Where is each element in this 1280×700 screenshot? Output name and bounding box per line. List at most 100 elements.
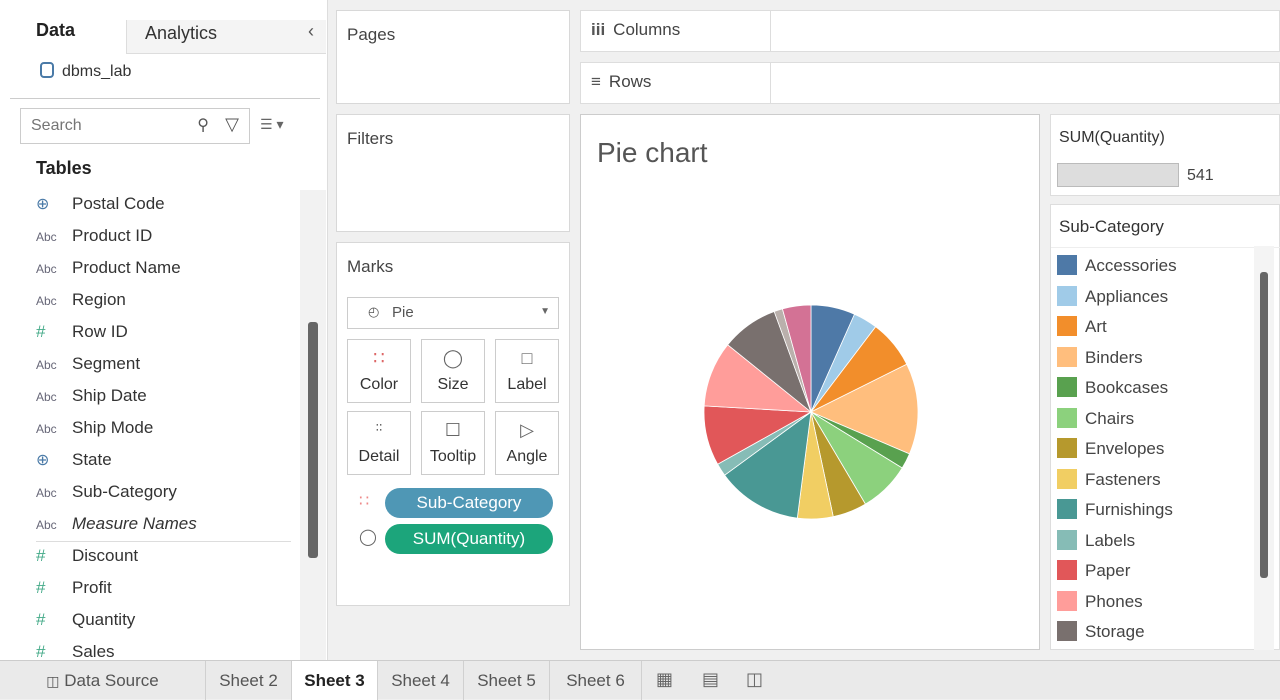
mark-type-label: Pie xyxy=(392,304,414,321)
legend-item[interactable]: Envelopes xyxy=(1057,438,1164,464)
legend-swatch xyxy=(1057,377,1077,397)
legend-item[interactable]: Binders xyxy=(1057,346,1143,373)
field-item[interactable]: Abc Segment xyxy=(36,354,140,386)
legend-item[interactable]: Accessories xyxy=(1057,255,1177,281)
size-legend: SUM(Quantity) 541 xyxy=(1050,114,1280,196)
string-icon: Abc xyxy=(36,294,57,308)
angle-button[interactable]: ▷ Angle xyxy=(495,411,559,475)
new-worksheet-icon[interactable]: ▦ xyxy=(656,669,673,690)
legend-item[interactable]: Bookcases xyxy=(1057,377,1168,403)
size-button-label: Size xyxy=(437,376,469,393)
legend-swatch xyxy=(1057,316,1077,336)
size-pill[interactable]: SUM(Quantity) xyxy=(385,524,553,554)
field-item[interactable]: Abc Ship Mode xyxy=(36,418,153,450)
new-story-icon[interactable]: ◫ xyxy=(746,669,763,690)
color-button[interactable]: ∷ Color xyxy=(347,339,411,403)
field-label: Sub-Category xyxy=(72,482,177,501)
marks-title: Marks xyxy=(347,257,394,276)
legend-item[interactable]: Paper xyxy=(1057,560,1130,586)
field-item[interactable]: ⊕ State xyxy=(36,450,112,482)
mark-type-dropdown[interactable]: ◴ Pie ▼ xyxy=(347,297,559,329)
tab-analytics[interactable]: Analytics ‹ xyxy=(126,20,326,54)
field-label: Measure Names xyxy=(72,514,197,533)
legend-item[interactable]: Phones xyxy=(1057,590,1143,617)
tab-data[interactable]: Data xyxy=(36,20,75,41)
field-label: Ship Date xyxy=(72,386,147,405)
field-item[interactable]: Abc Ship Date xyxy=(36,386,147,418)
field-item[interactable]: ⊕ Postal Code xyxy=(36,194,165,226)
legend-item[interactable]: Storage xyxy=(1057,621,1145,647)
field-item[interactable]: # Row ID xyxy=(36,322,128,354)
size-icon: ◯ xyxy=(442,348,464,368)
legend-swatch xyxy=(1057,407,1077,428)
string-icon: Abc xyxy=(36,518,57,532)
label-button[interactable]: □ Label xyxy=(495,339,559,403)
data-pane: Data Analytics ‹ dbms_lab ⚲ ▽ ☰ ▾ Tables… xyxy=(0,0,328,661)
legend-swatch xyxy=(1057,499,1077,519)
tab-sheet-6[interactable]: Sheet 6 xyxy=(550,661,642,700)
view-canvas[interactable]: Pie chart xyxy=(580,114,1040,650)
color-legend-title: Sub-Category xyxy=(1059,217,1164,236)
field-item[interactable]: Abc Product ID xyxy=(36,226,152,258)
chevron-left-icon[interactable]: ‹ xyxy=(308,21,314,42)
size-button[interactable]: ◯ Size xyxy=(421,339,485,403)
search-icon[interactable]: ⚲ xyxy=(197,115,209,135)
legend-item[interactable]: Fasteners xyxy=(1057,468,1161,495)
color-pill[interactable]: Sub-Category xyxy=(385,488,553,518)
datasource-item[interactable]: dbms_lab xyxy=(40,62,131,81)
legend-swatch xyxy=(1057,468,1077,489)
measures-divider xyxy=(36,541,291,542)
tab-data-source[interactable]: ◫ Data Source xyxy=(0,661,206,700)
tab-sheet-3[interactable]: Sheet 3 xyxy=(292,661,378,700)
string-icon: Abc xyxy=(36,230,57,244)
legend-swatch xyxy=(1057,621,1077,641)
field-scrollbar-thumb[interactable] xyxy=(308,322,318,558)
legend-item[interactable]: Art xyxy=(1057,316,1107,342)
tab-sheet-5[interactable]: Sheet 5 xyxy=(464,661,550,700)
filter-icon[interactable]: ▽ xyxy=(225,114,239,135)
field-item[interactable]: # Discount xyxy=(36,546,138,578)
pie-chart[interactable] xyxy=(581,115,1041,651)
columns-header: iii Columns xyxy=(581,11,771,51)
rows-shelf[interactable]: ≡ Rows xyxy=(580,62,1280,104)
tab-sheet-4[interactable]: Sheet 4 xyxy=(378,661,464,700)
field-label: Postal Code xyxy=(72,194,165,213)
detail-button-label: Detail xyxy=(358,448,400,465)
data-source-label: Data Source xyxy=(64,671,159,690)
angle-button-label: Angle xyxy=(506,448,548,465)
columns-shelf[interactable]: iii Columns xyxy=(580,10,1280,52)
new-dashboard-icon[interactable]: ▤ xyxy=(702,669,719,690)
number-icon: # xyxy=(36,610,46,629)
legend-label: Labels xyxy=(1085,530,1136,550)
detail-icon: ∶∶ xyxy=(375,420,383,435)
string-icon: Abc xyxy=(36,262,57,276)
search-input[interactable] xyxy=(31,109,181,143)
legend-item[interactable]: Furnishings xyxy=(1057,499,1173,525)
detail-button[interactable]: ∶∶ Detail xyxy=(347,411,411,475)
legend-swatch xyxy=(1057,560,1077,580)
field-item[interactable]: # Profit xyxy=(36,578,112,610)
field-item[interactable]: # Quantity xyxy=(36,610,135,642)
view-list-icon[interactable]: ☰ ▾ xyxy=(260,116,283,133)
search-box[interactable]: ⚲ ▽ xyxy=(20,108,250,144)
field-label: Ship Mode xyxy=(72,418,154,437)
legend-item[interactable]: Chairs xyxy=(1057,407,1134,434)
legend-swatch xyxy=(1057,285,1077,306)
field-item[interactable]: Abc Product Name xyxy=(36,258,181,290)
legend-label: Bookcases xyxy=(1085,378,1169,397)
legend-item[interactable]: Appliances xyxy=(1057,285,1169,312)
string-icon: Abc xyxy=(36,486,57,500)
tooltip-button[interactable]: ☐ Tooltip xyxy=(421,411,485,475)
field-item[interactable]: Abc Sub-Category xyxy=(36,482,177,514)
field-item[interactable]: Abc Region xyxy=(36,290,126,322)
pages-shelf[interactable]: Pages xyxy=(336,10,570,104)
string-icon: Abc xyxy=(36,422,57,436)
legend-label: Appliances xyxy=(1085,286,1169,306)
legend-item[interactable]: Labels xyxy=(1057,529,1136,556)
tab-sheet-2[interactable]: Sheet 2 xyxy=(206,661,292,700)
filters-shelf[interactable]: Filters xyxy=(336,114,570,232)
legend-label: Accessories xyxy=(1085,256,1177,275)
legend-scrollbar-thumb[interactable] xyxy=(1260,272,1268,578)
color-button-label: Color xyxy=(359,376,399,393)
legend-swatch xyxy=(1057,438,1077,458)
